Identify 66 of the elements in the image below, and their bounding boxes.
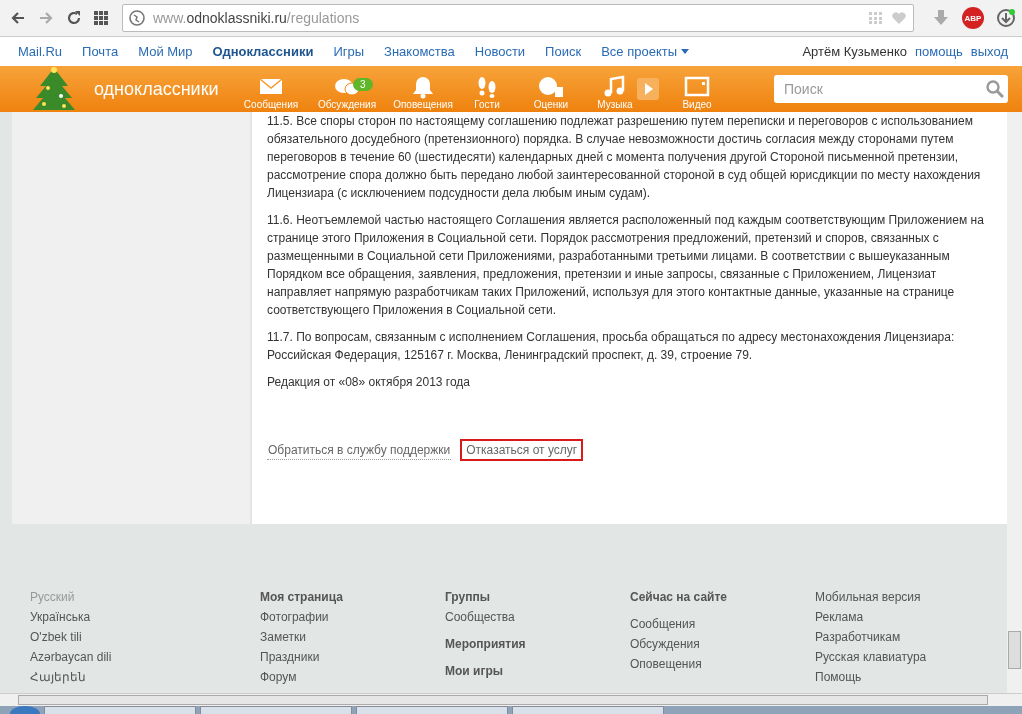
taskbar-button[interactable] [44,706,196,714]
footer-heading[interactable]: Моя страница [260,590,445,605]
taskbar-button[interactable] [200,706,352,714]
count-badge: 3 [353,78,373,91]
address-bar[interactable]: www.odnoklassniki.ru/regulations [122,4,914,32]
portal-link[interactable]: Знакомства [384,44,455,59]
back-icon[interactable] [10,10,26,26]
horizontal-scrollbar[interactable] [0,693,1022,706]
search-icon[interactable] [986,80,1004,98]
footer-link[interactable]: Праздники [260,650,445,665]
paragraph: 11.5. Все споры сторон по настоящему соглашению подлежат разрешению путем переписки и переговоров с использованием обязательного досудебного (претензионного) порядка. В случае невозможности достичь согласия между сторонами путем переговоров в течение 60 (шестидесяти) календарных дней с момента получения другой Стороной письменной претензии, рассмотрение спора должно быть передано любой заинтересованной стороной в суд общей юрисдикции по месту нахождения Лицензиара (с исключением подсудности дела любым иным судам). [267,113,982,202]
support-link[interactable]: Обратиться в службу поддержки [267,440,452,460]
footer-link[interactable]: Форум [260,670,445,685]
video-icon [683,75,711,99]
globe-icon [129,10,145,26]
footer-link[interactable]: Сообщества [445,610,630,625]
footer-link[interactable]: O'zbek tili [30,630,260,645]
paragraph: 11.7. По вопросам, связанным с исполнением Соглашения, просьба обращаться по адресу местонахождения Лицензиара: Российская Федерация, 125167 г. Москва, Ленинградский проспект, д. 39, строение 79. [267,329,956,364]
heart-icon[interactable] [891,11,907,25]
portal-link[interactable]: Игры [333,44,365,59]
portal-link[interactable]: Все проекты [601,44,689,59]
taskbar-button[interactable] [356,706,508,714]
footer-link[interactable]: Հայերեն [30,670,260,685]
play-button-icon[interactable] [637,78,659,100]
footer-link[interactable]: Заметки [260,630,445,645]
url-text: www.odnoklassniki.ru/regulations [153,10,361,26]
footer-link[interactable]: Сообщения [630,617,815,632]
scrollbar-thumb[interactable] [1008,631,1021,669]
reload-icon[interactable] [66,10,82,26]
footer-link[interactable]: Помощь [815,670,1000,685]
footer-heading[interactable]: Группы [445,590,630,605]
footer-link[interactable]: Фотографии [260,610,445,625]
vertical-scrollbar[interactable] [1007,112,1022,693]
grid-icon[interactable] [869,12,883,24]
taskbar-button[interactable] [512,706,664,714]
footer-link[interactable]: Русская клавиатура [815,650,1000,665]
portal-link[interactable]: Новости [474,44,526,59]
download-arrow-icon[interactable] [932,9,950,27]
support-link[interactable]: Отказаться от услуг [460,439,584,461]
logout-link[interactable]: выход [970,44,1008,59]
portal-link[interactable]: Поиск [545,44,582,59]
footer-link[interactable]: Обсуждения [630,637,815,652]
user-name[interactable]: Артём Кузьменко [802,44,907,59]
rating-icon [537,75,565,99]
footer-heading[interactable]: Сейчас на сайте [630,590,815,605]
paragraph: 11.6. Неотъемлемой частью настоящего Соглашения является расположенный под каждым соответствующим Приложением на странице этого Приложения в Социальной сети. Порядок рассмотрения предложений, претензий и споров, связанных с размещенными в Социальной сети Приложениями, разработанными третьими лицами. В соответствии с вышеуказанным Порядком все обращения, заявления, предложения, претензии и иные запросы, связанные с Приложением, Лицензиат направляет напрямую разработчикам таких Приложений, используя для этого контактные данные, указанные на странице соответствующего Приложения в Социальной сети. [267,212,985,319]
footer-link[interactable]: Оповещения [630,657,815,672]
help-link[interactable]: помощь [914,44,963,59]
footer-link[interactable]: Реклама [815,610,1000,625]
portal-link[interactable]: Мой Мир [138,44,193,59]
portal-link[interactable]: Mail.Ru [18,44,63,59]
search-field[interactable]: Поиск [774,75,1008,103]
portal-link[interactable]: Почта [82,44,119,59]
footer-link[interactable]: Українська [30,610,260,625]
footer-link[interactable]: Разработчикам [815,630,1000,645]
footer-heading[interactable]: Мероприятия [445,637,630,652]
download-icon[interactable] [996,8,1016,28]
adblock-button[interactable]: ABP [962,7,984,29]
apps-grid-icon[interactable] [94,11,108,25]
paragraph: Редакция от «08» октября 2013 года [267,374,471,391]
portal-link[interactable]: Одноклассники [212,44,314,59]
footer-heading[interactable]: Мои игры [445,664,630,679]
forward-icon[interactable] [38,10,54,26]
footer-link[interactable]: Azərbaycan dili [30,650,260,665]
footer-link[interactable]: Мобильная версия [815,590,1000,605]
scrollbar-thumb[interactable] [18,695,988,705]
